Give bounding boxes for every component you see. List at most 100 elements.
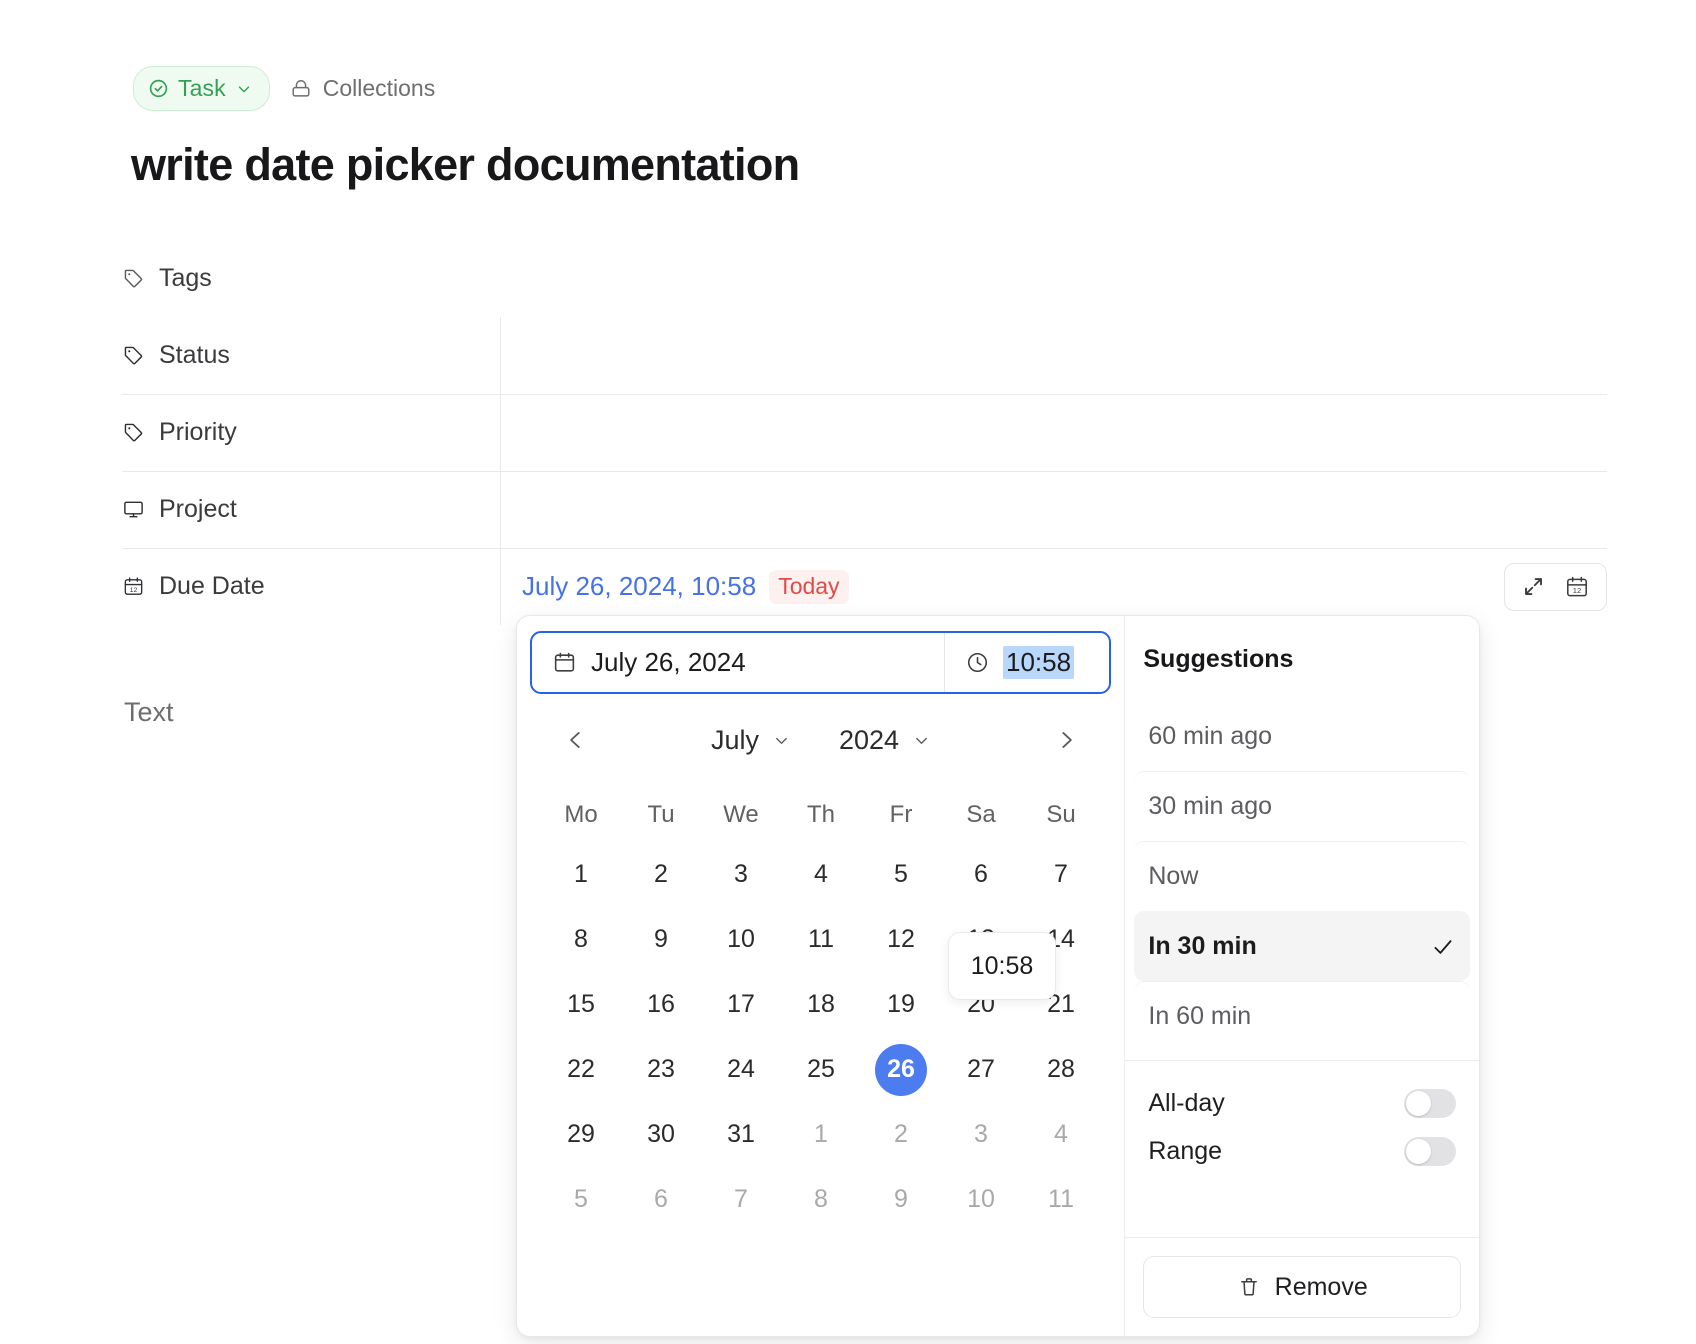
calendar-day[interactable]: 28 — [1021, 1037, 1101, 1102]
calendar-day[interactable]: 4 — [781, 842, 861, 907]
chevron-down-icon[interactable] — [235, 80, 253, 98]
due-date-text: July 26, 2024, 10:58 — [522, 571, 756, 602]
calendar-day[interactable]: 23 — [621, 1037, 701, 1102]
suggestions-list: 60 min ago 30 min ago Now In 30 min In 60 mi… — [1125, 701, 1479, 1051]
column-divider — [500, 471, 501, 548]
collections-link[interactable]: Collections — [290, 75, 436, 102]
time-input[interactable]: 10:58 — [944, 633, 1109, 692]
calendar-12-icon[interactable]: 12 — [1564, 574, 1590, 600]
calendar-day[interactable]: 5 — [541, 1167, 621, 1232]
calendar-day[interactable]: 1 — [781, 1102, 861, 1167]
property-name: Status — [159, 341, 230, 370]
calendar-day[interactable]: 22 — [541, 1037, 621, 1102]
suggestion-label: 60 min ago — [1148, 722, 1272, 751]
calendar-day[interactable]: 2 — [621, 842, 701, 907]
calendar-day[interactable]: 5 — [861, 842, 941, 907]
suggestion-item[interactable]: 60 min ago — [1134, 701, 1470, 771]
toggle-switch[interactable] — [1404, 1089, 1456, 1118]
toggle-label: All-day — [1148, 1089, 1224, 1118]
property-value-due-date[interactable]: July 26, 2024, 10:58 Today — [502, 570, 1607, 604]
calendar-day[interactable]: 9 — [621, 907, 701, 972]
calendar-day[interactable]: 7 — [1021, 842, 1101, 907]
calendar-day[interactable]: 25 — [781, 1037, 861, 1102]
task-type-label: Task — [178, 75, 226, 102]
calendar-navigation: July 2024 — [517, 711, 1125, 769]
calendar-day[interactable]: 18 — [781, 972, 861, 1037]
calendar-day[interactable]: 4 — [1021, 1102, 1101, 1167]
property-list: Tags Status — [122, 240, 1607, 625]
suggestions-title: Suggestions — [1125, 616, 1479, 674]
calendar-day[interactable]: 12 — [861, 907, 941, 972]
property-label-tags: Tags — [122, 264, 502, 293]
chevron-left-icon[interactable] — [555, 723, 597, 757]
calendar-day[interactable]: 29 — [541, 1102, 621, 1167]
suggestion-item[interactable]: In 30 min — [1134, 911, 1470, 981]
trash-icon — [1237, 1275, 1261, 1299]
suggestion-item[interactable]: Now — [1134, 841, 1470, 911]
calendar-day[interactable]: 19 — [861, 972, 941, 1037]
calendar-day[interactable]: 6 — [941, 842, 1021, 907]
chevron-right-icon[interactable] — [1045, 723, 1087, 757]
calendar-day[interactable]: 1 — [541, 842, 621, 907]
calendar-day[interactable]: 10 — [941, 1167, 1021, 1232]
calendar-day[interactable]: 2 — [861, 1102, 941, 1167]
calendar-day[interactable]: 8 — [781, 1167, 861, 1232]
calendar-day[interactable]: 9 — [861, 1167, 941, 1232]
weekday-header: Su — [1021, 788, 1101, 842]
column-divider — [500, 317, 501, 394]
breadcrumb: Task Collections — [133, 66, 435, 111]
calendar-day[interactable]: 8 — [541, 907, 621, 972]
page-title[interactable]: write date picker documentation — [131, 139, 799, 191]
date-input[interactable]: July 26, 2024 — [532, 633, 944, 692]
calendar-day-selected[interactable]: 26 — [861, 1037, 941, 1102]
property-row-project[interactable]: Project — [122, 471, 1607, 548]
calendar-day[interactable]: 3 — [941, 1102, 1021, 1167]
suggestion-label: 30 min ago — [1148, 792, 1272, 821]
calendar-icon — [552, 650, 577, 675]
calendar-day[interactable]: 11 — [781, 907, 861, 972]
task-type-badge[interactable]: Task — [133, 66, 270, 111]
svg-text:12: 12 — [130, 587, 138, 594]
toggle-switch[interactable] — [1404, 1137, 1456, 1166]
time-tooltip: 10:58 — [948, 932, 1056, 1000]
chevron-down-icon — [772, 731, 791, 750]
tag-icon — [122, 421, 145, 444]
year-select[interactable]: 2024 — [839, 725, 931, 756]
calendar-day[interactable]: 31 — [701, 1102, 781, 1167]
calendar-day[interactable]: 10 — [701, 907, 781, 972]
month-year-selectors: July 2024 — [711, 725, 931, 756]
property-name: Project — [159, 495, 237, 524]
property-label-due-date: 12 Due Date — [122, 572, 502, 601]
time-input-value: 10:58 — [1003, 646, 1074, 679]
suggestion-item[interactable]: In 60 min — [1134, 981, 1470, 1051]
date-time-input-group[interactable]: July 26, 2024 10:58 — [530, 631, 1111, 694]
toggle-row: Range — [1148, 1127, 1456, 1175]
weekday-header: We — [701, 788, 781, 842]
suggestion-item[interactable]: 30 min ago — [1134, 771, 1470, 841]
calendar-day[interactable]: 17 — [701, 972, 781, 1037]
year-value: 2024 — [839, 725, 899, 756]
calendar-day[interactable]: 7 — [701, 1167, 781, 1232]
calendar-day[interactable]: 16 — [621, 972, 701, 1037]
calendar-day[interactable]: 3 — [701, 842, 781, 907]
calendar-day[interactable]: 15 — [541, 972, 621, 1037]
expand-icon[interactable] — [1521, 574, 1546, 599]
calendar-day[interactable]: 27 — [941, 1037, 1021, 1102]
remove-button[interactable]: Remove — [1143, 1256, 1461, 1318]
calendar-day[interactable]: 11 — [1021, 1167, 1101, 1232]
task-detail-page: Task Collections write date picker docum… — [0, 0, 1696, 1344]
calendar-12-icon: 12 — [122, 575, 145, 598]
calendar-day[interactable]: 30 — [621, 1102, 701, 1167]
month-select[interactable]: July — [711, 725, 791, 756]
property-row-tags[interactable]: Tags — [122, 240, 1607, 317]
weekday-header: Fr — [861, 788, 941, 842]
clock-icon — [965, 650, 990, 675]
property-row-priority[interactable]: Priority — [122, 394, 1607, 471]
property-row-due-date[interactable]: 12 Due Date July 26, 2024, 10:58 Today — [122, 548, 1607, 625]
property-row-status[interactable]: Status — [122, 317, 1607, 394]
property-label-project: Project — [122, 495, 502, 524]
suggestion-label: In 30 min — [1148, 932, 1256, 961]
calendar-day[interactable]: 6 — [621, 1167, 701, 1232]
calendar-grid: MoTuWeThFrSaSu12345678910111213141516171… — [541, 788, 1101, 1232]
calendar-day[interactable]: 24 — [701, 1037, 781, 1102]
